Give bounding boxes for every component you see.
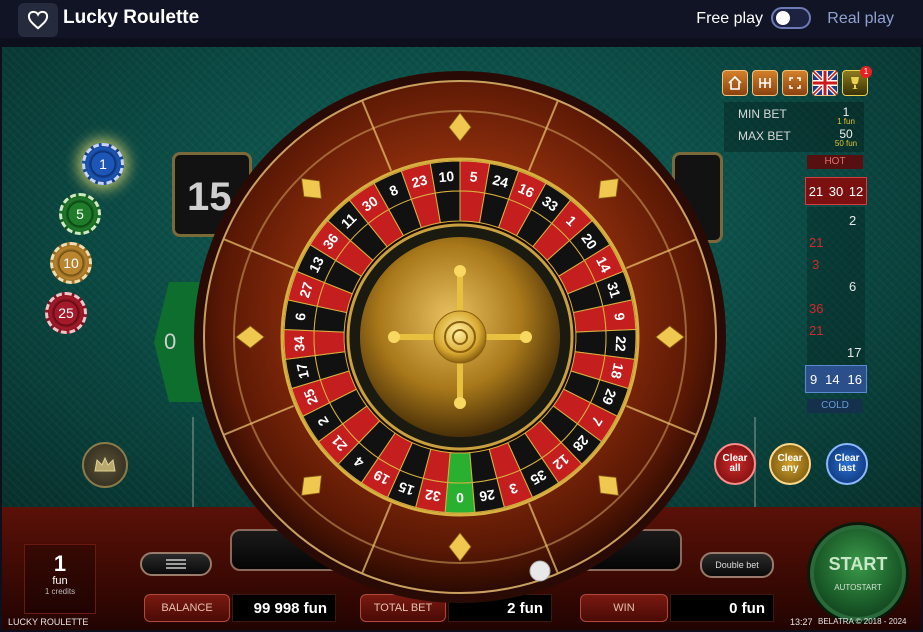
clear-any-button[interactable]: Clear any xyxy=(769,443,811,485)
history-item: 36 xyxy=(809,301,824,316)
cold-label: COLD xyxy=(807,399,863,413)
play-mode-toggle[interactable] xyxy=(771,7,811,29)
wheel-number: 0 xyxy=(456,490,464,506)
heart-icon xyxy=(27,10,49,30)
min-bet-sub: 1 fun xyxy=(837,117,855,126)
crown-icon xyxy=(94,456,116,472)
autostart-label[interactable]: AUTOSTART xyxy=(834,583,882,592)
home-icon xyxy=(728,75,742,90)
footer-game-name: LUCKY ROULETTE xyxy=(8,617,89,627)
fullscreen-icon xyxy=(789,77,801,89)
start-button[interactable]: START AUTOSTART xyxy=(810,525,906,621)
cold-number: 16 xyxy=(847,371,863,387)
roulette-ball xyxy=(529,560,551,582)
wheel-number: 5 xyxy=(469,168,478,185)
wheel-diamond xyxy=(598,178,619,199)
wheel-number: 32 xyxy=(424,486,442,504)
coin-value-box[interactable]: 1 fun 1 credits xyxy=(24,544,96,614)
app-title: Lucky Roulette xyxy=(63,7,200,28)
crown-button[interactable] xyxy=(82,442,128,488)
real-play-label[interactable]: Real play xyxy=(827,10,894,28)
chip-10[interactable]: 10 xyxy=(50,242,92,284)
paytable-button[interactable] xyxy=(752,70,778,96)
wheel-diamond xyxy=(301,475,322,496)
footer-time: 13:27 xyxy=(790,617,813,627)
cold-numbers: 9 14 16 xyxy=(805,365,867,393)
max-bet-sub: 50 fun xyxy=(834,139,858,148)
history-item: 3 xyxy=(812,257,820,272)
min-bet-row: MIN BET 1 1 fun xyxy=(736,105,856,126)
wheel-number: 34 xyxy=(291,336,308,352)
history-item: 17 xyxy=(847,345,862,360)
hot-label: HOT xyxy=(807,155,863,169)
hot-number: 30 xyxy=(828,183,844,199)
footer-copyright: BELATRA © 2018 - 2024 xyxy=(818,617,907,626)
max-bet-label: MAX BET xyxy=(738,129,791,143)
top-bar: Lucky Roulette Free play Real play xyxy=(0,0,923,38)
wheel-diamond xyxy=(598,475,619,496)
history-item: 21 xyxy=(809,323,824,338)
hot-numbers: 21 30 12 xyxy=(805,177,867,205)
toggle-knob xyxy=(776,11,790,25)
chip-5[interactable]: 5 xyxy=(59,193,101,235)
start-label: START xyxy=(828,554,888,574)
hot-number: 21 xyxy=(808,183,824,199)
history-item: 2 xyxy=(849,213,857,228)
favorite-button[interactable] xyxy=(18,3,58,37)
hot-number: 12 xyxy=(848,183,864,199)
free-play-label[interactable]: Free play xyxy=(696,10,763,28)
menu-icon xyxy=(166,559,186,569)
clear-last-button[interactable]: Clear last xyxy=(826,443,868,485)
wheel-pocket xyxy=(313,330,346,357)
trophy-button[interactable]: 1 xyxy=(842,66,872,96)
coin-value: 1 xyxy=(53,551,67,576)
chip-1[interactable]: 1 xyxy=(82,143,124,185)
bet-limits: MIN BET 1 1 fun MAX BET 50 50 fun xyxy=(724,102,864,152)
wheel-pocket xyxy=(447,452,473,484)
wheel-number: 26 xyxy=(478,486,496,504)
chip-25[interactable]: 25 xyxy=(45,292,87,334)
history-item: 21 xyxy=(809,235,824,250)
coin-unit: fun xyxy=(52,575,68,587)
notification-badge: 1 xyxy=(860,66,872,78)
trophy-icon xyxy=(851,77,859,89)
paytable-icon xyxy=(759,78,771,88)
coin-credits: 1 credits xyxy=(44,587,76,596)
cold-number: 9 xyxy=(809,371,818,387)
language-button[interactable] xyxy=(812,70,838,96)
toolbar: 1 xyxy=(722,66,872,96)
wheel-diamond xyxy=(301,178,322,199)
history-item: 6 xyxy=(849,279,857,294)
cold-number: 14 xyxy=(825,371,840,387)
uk-flag-icon xyxy=(813,71,837,95)
fullscreen-button[interactable] xyxy=(782,70,808,96)
wheel-number: 22 xyxy=(613,336,630,352)
result-history: 2 21 3 6 36 21 17 xyxy=(807,207,865,365)
wheel-number: 10 xyxy=(438,168,455,185)
roulette-wheel: 03215194212251734627133611308 23 10 5 24 1633… xyxy=(194,71,726,603)
max-bet-row: MAX BET 50 50 fun xyxy=(736,127,857,148)
min-bet-label: MIN BET xyxy=(738,107,787,121)
game-area: 1 5 10 25 1 5 0 1 MIN BET 1 1 fun MAX BET… xyxy=(2,47,921,630)
